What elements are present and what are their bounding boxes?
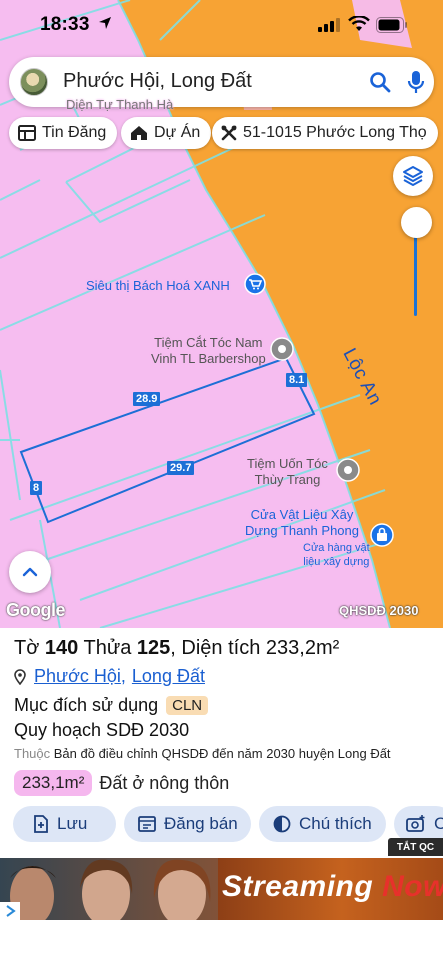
measure-bottom: 29.7 bbox=[167, 461, 195, 475]
lot-label: Thửa bbox=[83, 637, 132, 659]
sheet-label: Tờ bbox=[14, 637, 40, 659]
shopping-bag-icon[interactable] bbox=[370, 523, 394, 547]
collapse-button[interactable] bbox=[9, 551, 51, 593]
chevron-up-icon bbox=[22, 567, 38, 577]
post-listing-icon bbox=[138, 816, 156, 832]
status-bar: 18:33 bbox=[0, 0, 443, 50]
plan-source: Thuộc Bản đồ điều chỉnh QHSDĐ đến năm 20… bbox=[14, 746, 391, 761]
chip-label: Tin Đăng bbox=[42, 124, 107, 141]
hair-salon-pin-icon[interactable] bbox=[336, 458, 360, 482]
poi-materials-line2: Dựng Thanh Phong bbox=[245, 523, 359, 538]
camera-plus-icon bbox=[406, 815, 425, 832]
search-icon[interactable] bbox=[369, 71, 391, 93]
poi-materials-store[interactable]: Cửa Vật Liệu Xây Dựng Thanh Phong bbox=[245, 507, 359, 539]
parcel-info-sheet: Tờ 140 Thửa 125, Diện tích 233,2m² Phước… bbox=[0, 628, 443, 858]
poi-barber-line2: Vinh TL Barbershop bbox=[151, 351, 266, 366]
wifi-icon bbox=[348, 16, 370, 31]
ward-link[interactable]: Phước Hội bbox=[34, 666, 121, 687]
district-link[interactable]: Long Đất bbox=[132, 666, 205, 687]
chip-label: Dự Án bbox=[154, 124, 201, 141]
status-time: 18:33 bbox=[40, 14, 90, 35]
layers-icon bbox=[403, 166, 423, 186]
microphone-icon[interactable] bbox=[407, 70, 425, 94]
cellular-signal-icon bbox=[318, 18, 340, 32]
shopping-cart-icon[interactable] bbox=[244, 273, 266, 295]
ad-text-main: Streaming bbox=[222, 870, 374, 903]
poi-materials-sub1: Cửa hàng vật bbox=[303, 542, 370, 554]
poi-label-top: Diện Tự Thanh Hà bbox=[66, 97, 174, 112]
land-purpose: Mục đích sử dụng CLN bbox=[14, 695, 209, 716]
poi-materials-sub2: liệu xây dựng bbox=[303, 556, 370, 568]
battery-icon bbox=[376, 17, 407, 33]
legend-button[interactable]: Chú thích bbox=[259, 806, 386, 842]
map-view[interactable]: 18:33 Phước Hội, Long Đất Tin Đăng Dự Án… bbox=[0, 0, 443, 628]
legend-label: Chú thích bbox=[299, 814, 372, 833]
poi-hair-line1: Tiệm Uốn Tóc bbox=[247, 456, 328, 471]
save-plus-icon bbox=[34, 815, 48, 833]
chip-tin-dang[interactable]: Tin Đăng bbox=[9, 117, 118, 149]
save-label: Lưu bbox=[57, 814, 88, 833]
ad-info-icon[interactable] bbox=[0, 902, 20, 920]
plan-title: Quy hoạch SDĐ 2030 bbox=[14, 720, 190, 740]
purpose-label: Mục đích sử dụng bbox=[14, 695, 159, 715]
close-ad-button[interactable]: TẮT QC bbox=[388, 838, 443, 856]
avatar[interactable] bbox=[20, 68, 48, 96]
chip-du-an[interactable]: Dự Án bbox=[121, 117, 212, 149]
layer-label: QHSDĐ 2030 bbox=[339, 603, 419, 618]
purpose-badge: CLN bbox=[166, 696, 209, 715]
ad-text-accent: Now bbox=[382, 870, 443, 903]
post-listing-button[interactable]: Đăng bán bbox=[124, 806, 251, 842]
parcel-address: Phước Hội, Long Đất bbox=[14, 666, 205, 687]
opacity-slider-handle[interactable] bbox=[401, 207, 432, 238]
parcel-title: Tờ 140 Thửa 125, Diện tích 233,2m² bbox=[14, 637, 340, 659]
listing-icon bbox=[18, 125, 36, 141]
plan-source-text: Bản đồ điều chỉnh QHSDĐ đến năm 2030 huy… bbox=[53, 746, 391, 761]
camera-button[interactable]: C bbox=[394, 806, 443, 842]
poi-supermarket[interactable]: Siêu thị Bách Hoá XANH bbox=[86, 278, 230, 294]
ad-banner[interactable]: Streaming Now bbox=[0, 858, 443, 920]
chip-address[interactable]: 51-1015 Phước Long Thọ bbox=[212, 117, 438, 149]
legend-contrast-icon bbox=[273, 815, 291, 833]
poi-materials-line1: Cửa Vật Liệu Xây bbox=[250, 507, 354, 522]
sheet-number: 140 bbox=[44, 637, 79, 659]
location-pin-icon bbox=[14, 668, 26, 685]
search-query[interactable]: Phước Hội, Long Đất bbox=[63, 70, 252, 93]
plan-land-type: Đất ở nông thôn bbox=[99, 772, 230, 793]
post-listing-label: Đăng bán bbox=[164, 814, 238, 833]
google-attribution: Google bbox=[6, 600, 66, 620]
barber-pin-icon[interactable] bbox=[270, 337, 294, 361]
poi-barber[interactable]: Tiệm Cắt Tóc Nam Vinh TL Barbershop bbox=[151, 335, 266, 367]
layers-button[interactable] bbox=[393, 156, 433, 196]
poi-materials-subtitle: Cửa hàng vật liệu xây dựng bbox=[303, 541, 370, 569]
save-button[interactable]: Lưu bbox=[13, 806, 116, 842]
location-arrow-icon bbox=[99, 17, 111, 29]
lot-number: 125 bbox=[136, 637, 171, 659]
poi-hair-line2: Thùy Trang bbox=[254, 472, 321, 487]
plan-area-row: 233,1m² Đất ở nông thôn bbox=[14, 770, 229, 796]
measure-left: 8 bbox=[30, 481, 43, 495]
chip-label: 51-1015 Phước Long Thọ bbox=[243, 124, 427, 141]
parcel-area: Diện tích 233,2m² bbox=[181, 637, 340, 659]
poi-supermarket-label: Siêu thị Bách Hoá XANH bbox=[86, 278, 230, 293]
poi-barber-line1: Tiệm Cắt Tóc Nam bbox=[154, 335, 263, 350]
plan-source-prefix: Thuộc bbox=[14, 746, 51, 761]
camera-label: C bbox=[434, 814, 443, 833]
tools-icon bbox=[221, 125, 237, 141]
ad-faces-image bbox=[0, 858, 222, 920]
measure-right: 8.1 bbox=[286, 373, 308, 387]
ad-headline: Streaming Now bbox=[222, 870, 443, 904]
poi-hair-salon[interactable]: Tiệm Uốn Tóc Thùy Trang bbox=[247, 456, 328, 488]
plan-area-value: 233,1m² bbox=[14, 770, 93, 796]
measure-top: 28.9 bbox=[133, 392, 161, 406]
project-house-icon bbox=[131, 126, 147, 140]
